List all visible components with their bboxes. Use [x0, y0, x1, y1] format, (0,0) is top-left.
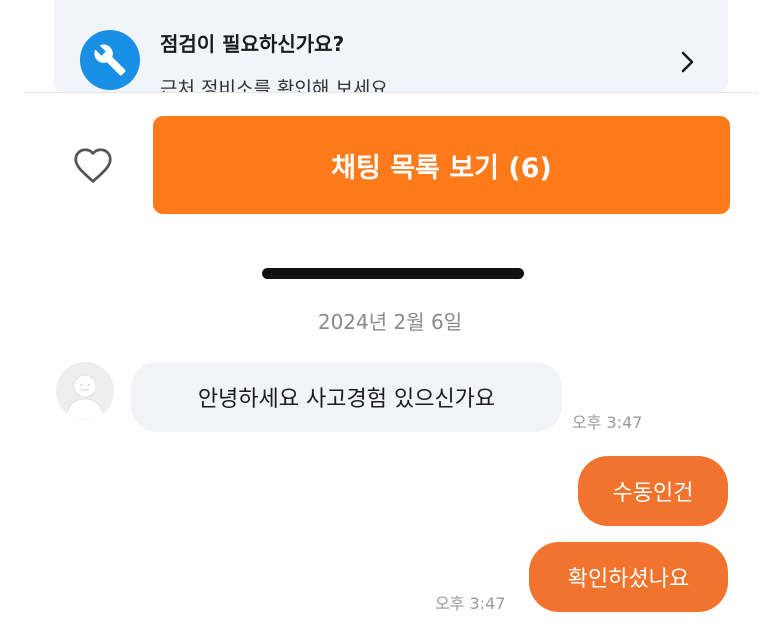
chevron-right-icon[interactable]: [680, 50, 696, 78]
service-banner[interactable]: 점검이 필요하신가요? 근처 정비소를 확인해 보세요.: [54, 0, 728, 92]
banner-subtitle: 근처 정비소를 확인해 보세요.: [160, 78, 394, 92]
chat-list-button[interactable]: 채팅 목록 보기 (6): [153, 116, 730, 214]
banner-title: 점검이 필요하신가요?: [160, 32, 345, 56]
message-time: 오후 3:47: [572, 413, 643, 432]
outgoing-message-bubble[interactable]: 수동인건: [578, 456, 728, 526]
chat-screen: 점검이 필요하신가요? 근처 정비소를 확인해 보세요. 채팅 목록 보기 (6…: [0, 0, 780, 630]
outgoing-message-bubble[interactable]: 확인하셨나요: [529, 542, 728, 612]
message-time: 오후 3:47: [435, 594, 506, 613]
chat-date-separator: 2024년 2월 6일: [317, 310, 463, 334]
incoming-message-bubble[interactable]: 안녕하세요 사고경험 있으신가요: [131, 362, 562, 432]
divider: [24, 92, 758, 93]
wrench-icon: [80, 30, 140, 90]
avatar[interactable]: [56, 362, 114, 420]
heart-outline-icon[interactable]: [70, 144, 116, 186]
redaction-bar: [262, 268, 524, 279]
